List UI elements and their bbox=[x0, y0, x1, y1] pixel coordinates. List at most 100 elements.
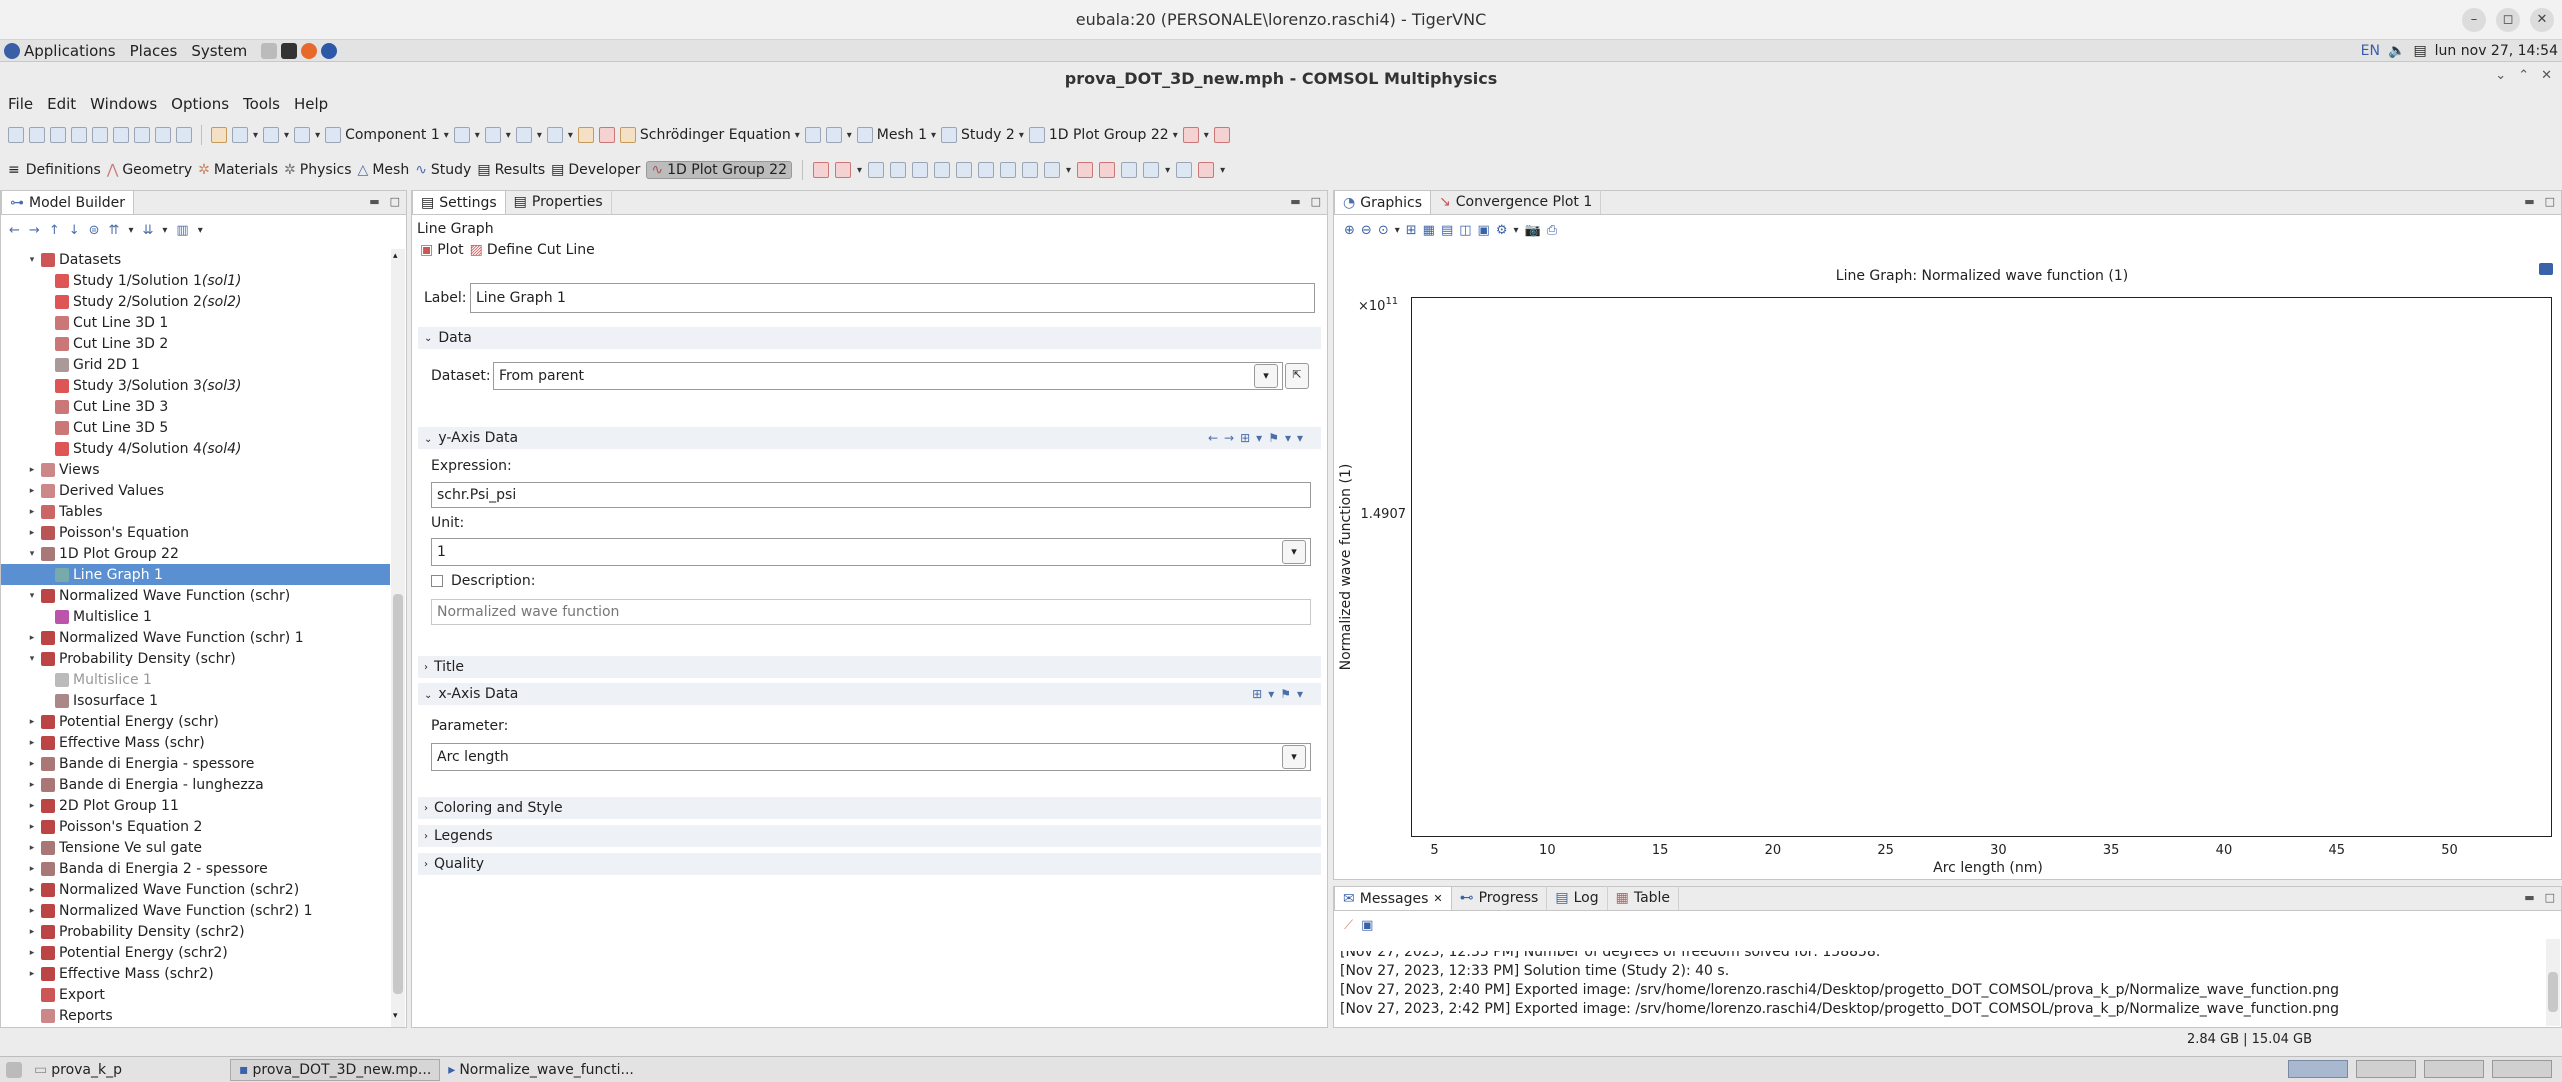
workspace-2[interactable] bbox=[2356, 1060, 2416, 1078]
dropdown-arrow-icon[interactable]: ▾ bbox=[1282, 540, 1306, 564]
tree-item[interactable]: ▸ Poisson's Equation bbox=[1, 522, 390, 543]
forward-icon[interactable]: → bbox=[29, 223, 40, 238]
menu-tools[interactable]: Tools bbox=[243, 95, 280, 113]
workspace-4[interactable] bbox=[2492, 1060, 2552, 1078]
panel-maximize-icon[interactable]: □ bbox=[390, 195, 400, 208]
windows-layout-icon[interactable] bbox=[1213, 127, 1230, 143]
deformation-icon[interactable] bbox=[1099, 162, 1116, 178]
print-icon[interactable]: ⎙ bbox=[1547, 223, 1557, 238]
tree-item[interactable]: ▸ Tensione Ve sul gate bbox=[1, 837, 390, 858]
tree-item[interactable]: Cut Line 3D 5 bbox=[1, 417, 390, 438]
description-input[interactable]: Normalized wave function bbox=[431, 599, 1311, 625]
restore-icon[interactable]: ◻ bbox=[2496, 8, 2520, 32]
messages-scrollbar[interactable] bbox=[2546, 939, 2560, 1026]
chevron-down-icon[interactable]: ▾ bbox=[857, 165, 862, 176]
task-image-viewer[interactable]: ▸ Normalize_wave_functi... bbox=[440, 1059, 642, 1081]
plot-in-icon[interactable] bbox=[835, 162, 851, 178]
collapsed-arrow-icon[interactable]: ▸ bbox=[27, 864, 37, 874]
tree-scrollbar[interactable]: ▴ ▾ bbox=[391, 249, 405, 1027]
menu-options[interactable]: Options bbox=[171, 95, 229, 113]
grid-icon[interactable]: ▦ bbox=[1423, 223, 1435, 238]
open-icon[interactable] bbox=[50, 127, 66, 143]
expanded-arrow-icon[interactable]: ▾ bbox=[27, 549, 37, 559]
physics-feature-icon[interactable] bbox=[804, 127, 821, 143]
menu-windows[interactable]: Windows bbox=[90, 95, 157, 113]
variables-icon[interactable] bbox=[484, 127, 501, 143]
menu-file[interactable]: File bbox=[8, 95, 33, 113]
tab-results[interactable]: ▤ Results bbox=[477, 162, 545, 178]
tree-item[interactable]: ▸ Potential Energy (schr2) bbox=[1, 942, 390, 963]
duplicate-icon[interactable] bbox=[232, 127, 248, 143]
more-plots-icon[interactable] bbox=[1044, 162, 1061, 178]
expanded-arrow-icon[interactable]: ▾ bbox=[27, 654, 37, 664]
tree-item[interactable]: Line Graph 1 bbox=[1, 564, 390, 585]
collapsed-arrow-icon[interactable]: ▸ bbox=[27, 633, 37, 643]
tree-item[interactable]: ▾ 1D Plot Group 22 bbox=[1, 543, 390, 564]
add-material-icon[interactable] bbox=[598, 127, 615, 143]
app-minimize-icon[interactable]: ⌄ bbox=[2495, 68, 2506, 83]
scroll-down-icon[interactable]: ▾ bbox=[393, 1011, 403, 1025]
chevron-down-icon[interactable]: ▾ bbox=[1066, 165, 1071, 176]
expanded-arrow-icon[interactable]: ▾ bbox=[27, 255, 37, 265]
octave-band-icon[interactable] bbox=[1000, 162, 1017, 178]
keyboard-layout-indicator[interactable]: EN bbox=[2361, 43, 2380, 59]
back-icon[interactable]: ← bbox=[9, 223, 20, 238]
graphics-options-icon[interactable] bbox=[2539, 263, 2553, 275]
collapsed-arrow-icon[interactable]: ▸ bbox=[27, 738, 37, 748]
tree-item[interactable]: Study 3/Solution 3 (sol3) bbox=[1, 375, 390, 396]
collapsed-arrow-icon[interactable]: ▸ bbox=[27, 759, 37, 769]
collapse-all-icon[interactable]: ⇈ bbox=[109, 223, 120, 238]
move-down-icon[interactable]: ↓ bbox=[69, 223, 80, 238]
tab-study[interactable]: ∿ Study bbox=[415, 162, 471, 178]
component-dropdown[interactable]: Component 1 ▾ bbox=[325, 127, 449, 143]
network-icon[interactable]: ▤ bbox=[2413, 43, 2426, 59]
mesh-dropdown[interactable]: Mesh 1 ▾ bbox=[856, 127, 936, 143]
collapsed-arrow-icon[interactable]: ▸ bbox=[27, 717, 37, 727]
graph-marker-icon[interactable] bbox=[1143, 162, 1160, 178]
dropdown-arrow-icon[interactable]: ▾ bbox=[1282, 745, 1306, 769]
tree-item[interactable]: Cut Line 3D 2 bbox=[1, 333, 390, 354]
terminal-launcher-icon[interactable] bbox=[281, 42, 298, 59]
tree-item[interactable]: Cut Line 3D 1 bbox=[1, 312, 390, 333]
collapsed-arrow-icon[interactable]: ▸ bbox=[27, 906, 37, 916]
chevron-down-icon[interactable]: ▾ bbox=[1204, 130, 1209, 141]
undo-icon[interactable] bbox=[92, 127, 108, 143]
collapsed-arrow-icon[interactable]: ▸ bbox=[27, 486, 37, 496]
table-graph-icon[interactable] bbox=[934, 162, 951, 178]
function-icon[interactable] bbox=[956, 162, 973, 178]
task-prova-k-p[interactable]: ▭ prova_k_p bbox=[26, 1059, 130, 1081]
tree-item[interactable]: ▸ Potential Energy (schr) bbox=[1, 711, 390, 732]
collapsed-arrow-icon[interactable]: ▸ bbox=[27, 969, 37, 979]
help-icon[interactable] bbox=[176, 127, 192, 143]
applications-menu[interactable]: Applications bbox=[24, 42, 116, 60]
close-tab-icon[interactable]: ✕ bbox=[1433, 892, 1442, 905]
app-close-icon[interactable]: ✕ bbox=[2541, 68, 2552, 83]
boundary-icon[interactable] bbox=[825, 127, 842, 143]
tree-options-icon[interactable]: ▥ bbox=[176, 223, 188, 238]
tree-item[interactable]: Isosurface 1 bbox=[1, 690, 390, 711]
zoom-out-icon[interactable]: ⊖ bbox=[1361, 223, 1372, 238]
label-input[interactable]: Line Graph 1 bbox=[470, 283, 1315, 313]
tree-item[interactable]: Multislice 1 bbox=[1, 606, 390, 627]
scroll-up-icon[interactable]: ▴ bbox=[393, 251, 403, 265]
section-data[interactable]: ⌄ Data bbox=[418, 327, 1321, 349]
clear-messages-icon[interactable]: ⟋ bbox=[1344, 918, 1353, 933]
clock[interactable]: lun nov 27, 14:54 bbox=[2435, 43, 2558, 59]
plot-icon[interactable] bbox=[813, 162, 829, 178]
geometry-icon[interactable] bbox=[453, 127, 470, 143]
legend-icon[interactable]: ▤ bbox=[1441, 223, 1453, 238]
collapsed-arrow-icon[interactable]: ▸ bbox=[27, 948, 37, 958]
chevron-down-icon[interactable]: ▾ bbox=[198, 225, 203, 236]
section-y-axis-data[interactable]: ⌄ y-Axis Data ←→⊞▾⚑▾▾ bbox=[418, 427, 1321, 449]
tab-settings[interactable]: ▤ Settings bbox=[412, 190, 506, 214]
menu-help[interactable]: Help bbox=[294, 95, 328, 113]
move-up-icon[interactable]: ↑ bbox=[49, 223, 60, 238]
tab-table[interactable]: ▦ Table bbox=[1608, 886, 1680, 910]
scene-light-icon[interactable]: ▣ bbox=[1478, 223, 1490, 238]
copy-icon[interactable] bbox=[211, 127, 227, 143]
collapsed-arrow-icon[interactable]: ▸ bbox=[27, 465, 37, 475]
chevron-down-icon[interactable]: ▾ bbox=[284, 130, 289, 141]
parameter-select[interactable]: Arc length ▾ bbox=[431, 743, 1311, 771]
tree-item[interactable]: Multislice 1 bbox=[1, 669, 390, 690]
panel-minimize-icon[interactable]: ▬ bbox=[2524, 195, 2534, 208]
